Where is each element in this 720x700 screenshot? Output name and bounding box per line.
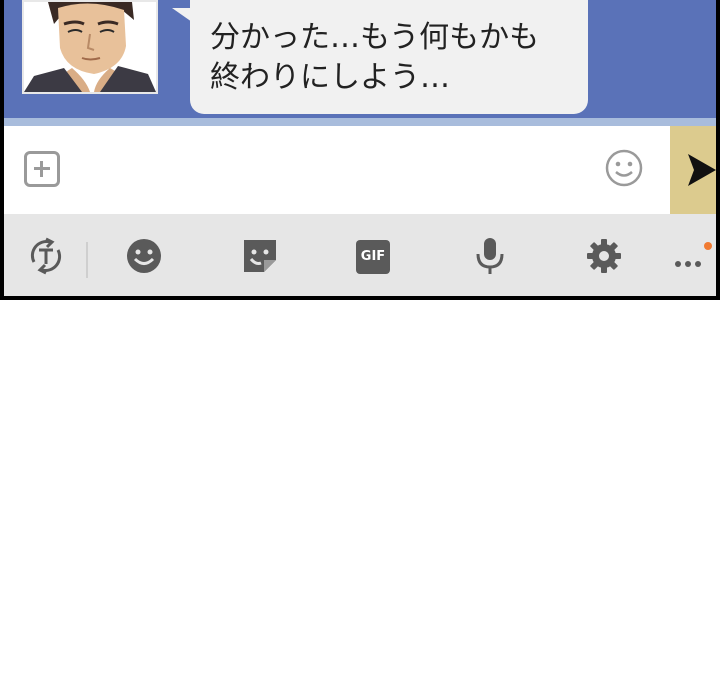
message-bubble: 分かった…もう何もかも 終わりにしよう… [190,0,588,114]
attach-button[interactable] [24,151,60,187]
settings-button[interactable] [584,236,624,276]
bubble-tail [172,8,192,22]
emoji-face-icon [127,239,161,273]
emoji-button[interactable] [604,148,644,188]
keyboard-toolbar: GIF [4,214,716,296]
send-arrow-icon [688,154,716,186]
gif-icon: GIF [356,240,390,274]
message-text: 分かった…もう何もかも 終わりにしよう… [210,20,540,95]
smiley-icon [605,149,643,187]
translate-icon [30,237,62,275]
notification-dot [704,242,712,250]
toolbar-divider [86,242,88,278]
voice-input-button[interactable] [470,236,510,276]
chat-area: 分かった…もう何もかも 終わりにしよう… [4,0,716,122]
avatar [22,0,158,94]
comic-panel: 分かった…もう何もかも 終わりにしよう… GIF [0,0,720,300]
microphone-icon [476,238,504,274]
settings-gear-icon [587,239,621,273]
send-button[interactable] [670,126,716,214]
sticker-icon [244,240,276,272]
composer-bar [4,126,716,214]
gif-button[interactable]: GIF [356,240,396,280]
translate-button[interactable] [26,236,66,276]
sticker-button[interactable] [240,236,280,276]
emoji-keyboard-button[interactable] [124,236,164,276]
message-input[interactable] [80,142,584,200]
avatar-portrait-icon [24,2,156,92]
chat-divider-strip [4,118,716,126]
